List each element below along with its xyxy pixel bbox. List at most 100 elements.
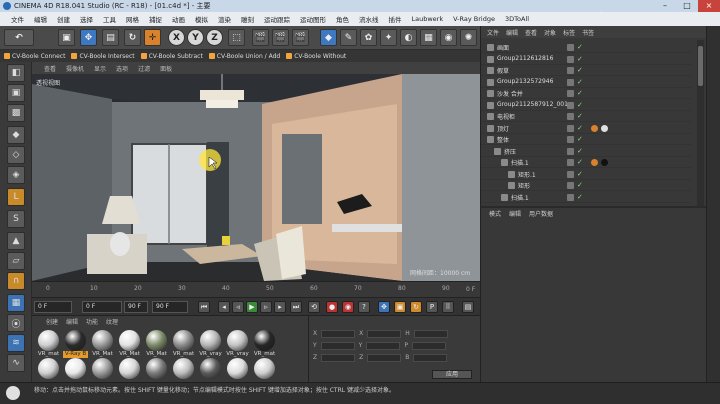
material-swatch[interactable] [90,358,115,383]
visibility-toggle-icon[interactable] [567,113,574,120]
rotation-h-field[interactable] [413,330,448,338]
material-swatch[interactable]: VR_mat [171,330,196,357]
material-swatch[interactable]: VR_Mat [144,330,169,357]
size-y-field[interactable] [366,342,401,350]
viewport-menu-panel[interactable]: 面板 [160,64,172,73]
object-menu-file[interactable]: 文件 [487,28,499,37]
visibility-toggle-icon[interactable] [567,67,574,74]
visibility-toggle-icon[interactable] [567,44,574,51]
visibility-toggle-icon[interactable] [567,147,574,155]
menu-mograph[interactable]: 运动图形 [295,14,331,24]
object-menu-edit[interactable]: 编辑 [506,28,518,37]
next-frame-icon[interactable]: ▹ [260,301,272,313]
maximize-button[interactable]: □ [676,0,698,12]
rotation-p-field[interactable] [411,342,446,350]
make-editable-icon[interactable]: ◧ [7,64,25,82]
end-frame-field[interactable]: 90 F [152,301,188,313]
material-swatch[interactable] [117,358,142,383]
menu-edit[interactable]: 编辑 [29,14,52,24]
enabled-check-icon[interactable]: ✓ [577,135,583,143]
object-row[interactable]: 电视柜 ✓ [481,111,691,122]
object-row[interactable]: 矩形.1 ✓ [481,169,691,180]
workplane-icon[interactable]: ▲ [7,232,25,250]
enabled-check-icon[interactable]: ✓ [577,181,583,189]
object-tag-icon[interactable] [591,124,598,132]
loop-icon[interactable]: ⟲ [308,301,320,313]
attribute-menu-mode[interactable]: 模式 [489,209,501,218]
object-row[interactable]: Group2112587912_001 ✓ [481,100,691,111]
range-start-field[interactable]: 0 F [82,301,122,313]
material-menu-create[interactable]: 创建 [46,317,58,326]
scale-tool-icon[interactable]: ▤ [102,29,119,46]
go-to-start-icon[interactable]: ⏮ [198,301,210,313]
material-swatch[interactable] [225,358,250,383]
render-settings-icon[interactable]: 🎬 [292,29,309,46]
deformer-icon[interactable]: ◐ [400,29,417,46]
menu-file[interactable]: 文件 [6,14,29,24]
visibility-toggle-icon[interactable] [567,182,574,189]
array-icon[interactable]: ✦ [380,29,397,46]
viewport-menu-display[interactable]: 显示 [94,64,106,73]
keyframe-selection-icon[interactable]: ? [358,301,370,313]
spline-icon[interactable]: ∿ [7,354,25,372]
material-swatch[interactable]: VR_vray [225,330,250,357]
timeline-window-icon[interactable]: ▤ [462,301,474,313]
boole-subtract-button[interactable]: CV-Boole Subtract [140,53,203,60]
boole-connect-button[interactable]: CV-Boole Connect [4,53,65,60]
object-row[interactable]: 画面 ✓ [481,42,691,53]
visibility-toggle-icon[interactable] [567,136,574,143]
menu-tools[interactable]: 工具 [98,14,121,24]
position-z-field[interactable] [321,354,356,362]
magnet-icon[interactable]: ∩ [7,272,25,290]
viewport[interactable] [32,74,480,281]
z-axis-button[interactable]: Z [206,29,223,46]
previous-frame-icon[interactable]: ◃ [232,301,244,313]
material-swatch[interactable]: VR_Mat [117,330,142,357]
render-picture-viewer-icon[interactable]: 🎬 [272,29,289,46]
object-row[interactable]: 顶灯 ✓ [481,123,691,134]
light-icon[interactable]: ✺ [460,29,477,46]
menu-pipeline[interactable]: 流水线 [354,14,384,24]
texture-mode-icon[interactable]: ▩ [7,104,25,122]
pen-icon[interactable]: ✎ [340,29,357,46]
enabled-check-icon[interactable]: ✓ [577,55,583,63]
timeline-ruler[interactable]: 0 10 20 30 40 50 60 70 80 90 [46,285,466,295]
attribute-menu-edit[interactable]: 编辑 [509,209,521,218]
menu-motion-tracking[interactable]: 运动跟踪 [259,14,295,24]
enabled-check-icon[interactable]: ✓ [577,112,583,120]
material-swatch[interactable]: V-Ray B [63,330,88,358]
rotate-tool-icon[interactable]: ↻ [124,29,141,46]
menu-animate[interactable]: 动画 [167,14,190,24]
current-frame-field[interactable]: 0 F [34,301,72,313]
size-z-field[interactable] [367,354,402,362]
material-swatch[interactable] [63,358,88,383]
key-scale-icon[interactable]: ▣ [394,301,406,313]
visibility-toggle-icon[interactable] [567,193,574,201]
position-x-field[interactable] [321,330,356,338]
enabled-check-icon[interactable]: ✓ [577,101,583,109]
key-pla-icon[interactable]: ⠿ [442,301,454,313]
object-row[interactable]: 矩形 ✓ [481,180,691,191]
edges-mode-icon[interactable]: ◇ [7,146,25,164]
attribute-menu-user-data[interactable]: 用户数据 [529,209,553,218]
viewport-menu-view[interactable]: 查看 [44,64,56,73]
object-row[interactable]: 沙发 合并 ✓ [481,88,691,99]
vray-icon[interactable]: ⦿ [7,314,25,332]
material-swatch[interactable]: VR_mat [36,330,61,357]
points-mode-icon[interactable]: ◆ [7,126,25,144]
menu-simulate[interactable]: 模拟 [190,14,213,24]
close-button[interactable]: × [698,0,720,12]
material-menu-function[interactable]: 功能 [86,317,98,326]
menu-render[interactable]: 渲染 [213,14,236,24]
object-row[interactable]: Group2112612816 ✓ [481,54,691,65]
key-position-icon[interactable]: ✥ [378,301,390,313]
x-axis-button[interactable]: X [168,29,185,46]
viewport-menu-options[interactable]: 选项 [116,64,128,73]
menu-plugins[interactable]: 插件 [384,14,407,24]
material-swatch[interactable]: VR_vray [198,330,223,357]
floor-icon[interactable]: ▦ [420,29,437,46]
object-menu-view[interactable]: 查看 [525,28,537,37]
enabled-check-icon[interactable]: ✓ [577,124,583,132]
object-tag-icon[interactable] [601,124,608,132]
go-to-end-icon[interactable]: ⏭ [290,301,302,313]
